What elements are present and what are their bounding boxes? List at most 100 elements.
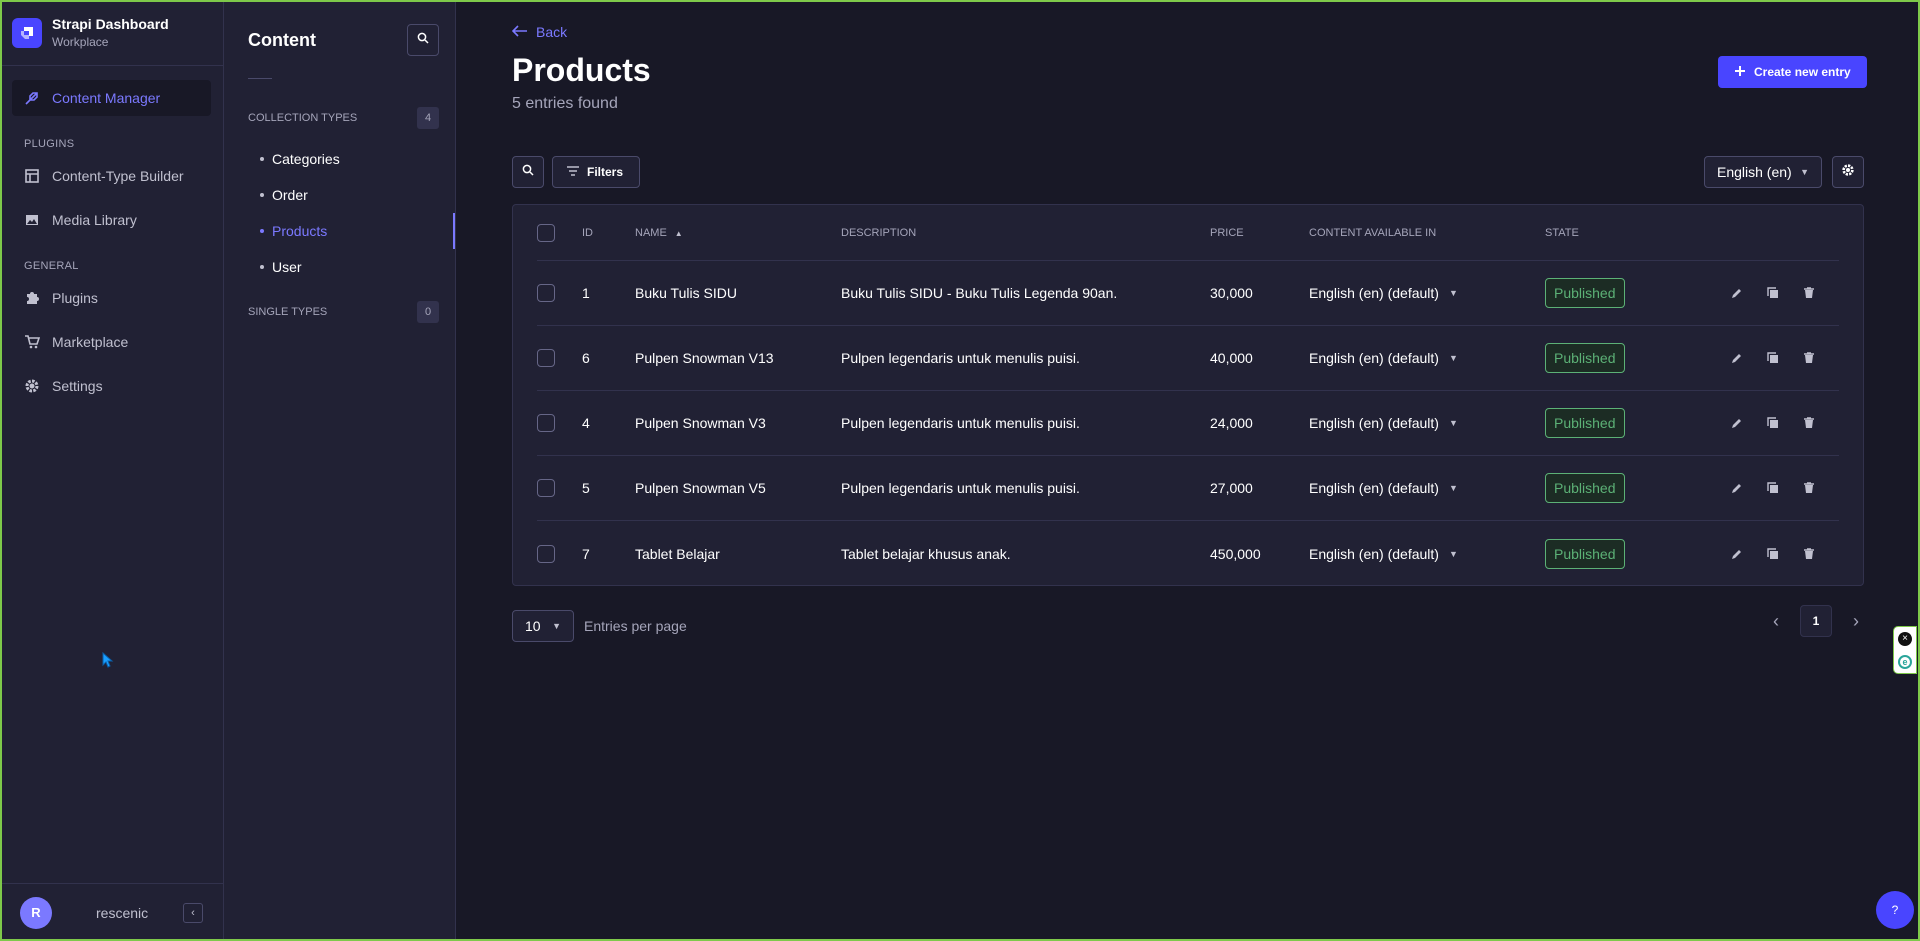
create-new-entry-button[interactable]: Create new entry xyxy=(1718,56,1867,88)
col-header-content-available: CONTENT AVAILABLE IN xyxy=(1309,226,1437,239)
trash-icon[interactable] xyxy=(1801,546,1817,562)
cell-id: 6 xyxy=(582,350,590,366)
back-link[interactable]: Back xyxy=(511,24,567,40)
table-row[interactable]: 7 Tablet Belajar Tablet belajar khusus a… xyxy=(537,521,1839,586)
trash-icon[interactable] xyxy=(1801,285,1817,301)
cell-locale: English (en) (default) xyxy=(1309,350,1439,366)
table-row[interactable]: 1 Buku Tulis SIDU Buku Tulis SIDU - Buku… xyxy=(537,261,1839,326)
page-title: Products xyxy=(512,52,651,88)
nav-item-content-manager[interactable]: Content Manager xyxy=(12,80,211,116)
nav-item-content-type-builder[interactable]: Content-Type Builder xyxy=(12,158,211,194)
cell-id: 1 xyxy=(582,285,590,301)
chevron-left-icon[interactable]: ‹ xyxy=(1764,605,1788,637)
subnav-item-label: Categories xyxy=(272,151,340,167)
edit-icon[interactable] xyxy=(1729,546,1745,562)
collapse-nav-button[interactable]: ‹ xyxy=(183,902,203,923)
status-badge: Published xyxy=(1545,473,1625,503)
strapi-logo-icon xyxy=(12,17,42,48)
edit-icon[interactable] xyxy=(1729,285,1745,301)
status-badge: Published xyxy=(1545,278,1625,308)
row-checkbox[interactable] xyxy=(537,284,555,302)
nav-item-marketplace[interactable]: Marketplace xyxy=(12,324,211,360)
subnav-item-user[interactable]: User xyxy=(224,249,455,285)
subnav-item-products[interactable]: Products xyxy=(224,213,455,249)
username[interactable]: rescenic xyxy=(96,905,148,921)
row-checkbox[interactable] xyxy=(537,479,555,497)
duplicate-icon[interactable] xyxy=(1765,480,1781,496)
caret-down-icon[interactable]: ▼ xyxy=(1449,353,1458,363)
user-footer: R rescenic ‹ xyxy=(0,883,223,941)
cell-description: Buku Tulis SIDU - Buku Tulis Legenda 90a… xyxy=(841,285,1118,301)
puzzle-icon xyxy=(24,290,40,306)
extension-widget[interactable]: × e xyxy=(1893,626,1917,674)
trash-icon[interactable] xyxy=(1801,480,1817,496)
cell-description: Pulpen legendaris untuk menulis puisi. xyxy=(841,415,1080,431)
caret-down-icon: ▼ xyxy=(552,621,561,631)
sort-ascending-icon: ▲ xyxy=(674,228,683,238)
caret-down-icon[interactable]: ▼ xyxy=(1449,483,1458,493)
col-header-description[interactable]: DESCRIPTION xyxy=(841,227,1210,239)
avatar[interactable]: R xyxy=(20,896,52,929)
plus-icon xyxy=(1734,65,1746,80)
subnav-item-categories[interactable]: Categories xyxy=(224,141,455,177)
cell-locale: English (en) (default) xyxy=(1309,415,1439,431)
subnav-search-button[interactable] xyxy=(407,24,439,56)
locale-select[interactable]: English (en) ▼ xyxy=(1704,156,1822,188)
cell-name: Buku Tulis SIDU xyxy=(635,285,737,301)
caret-down-icon[interactable]: ▼ xyxy=(1449,549,1458,559)
nav-item-media-library[interactable]: Media Library xyxy=(12,202,211,238)
entries-per-page-label: Entries per page xyxy=(584,618,687,634)
nav-section-general: GENERAL xyxy=(24,260,79,272)
cart-icon xyxy=(24,334,40,350)
duplicate-icon[interactable] xyxy=(1765,285,1781,301)
locale-value: English (en) xyxy=(1717,164,1792,180)
col-header-price[interactable]: PRICE xyxy=(1210,227,1309,239)
nav-item-settings[interactable]: Settings xyxy=(12,368,211,404)
filter-icon xyxy=(567,165,579,179)
trash-icon[interactable] xyxy=(1801,415,1817,431)
row-checkbox[interactable] xyxy=(537,414,555,432)
table-row[interactable]: 5 Pulpen Snowman V5 Pulpen legendaris un… xyxy=(537,456,1839,521)
brand-header[interactable]: Strapi Dashboard Workplace xyxy=(0,0,223,66)
table-header: ID NAME ▲ DESCRIPTION PRICE CONTENT AVAIL… xyxy=(537,205,1839,261)
subnav-item-label: Products xyxy=(272,223,328,239)
gear-icon xyxy=(24,378,40,394)
caret-down-icon[interactable]: ▼ xyxy=(1449,288,1458,298)
cell-price: 40,000 xyxy=(1210,350,1253,366)
edit-icon[interactable] xyxy=(1729,480,1745,496)
table-row[interactable]: 4 Pulpen Snowman V3 Pulpen legendaris un… xyxy=(537,391,1839,456)
duplicate-icon[interactable] xyxy=(1765,415,1781,431)
edit-icon[interactable] xyxy=(1729,350,1745,366)
subnav-item-order[interactable]: Order xyxy=(224,177,455,213)
collection-types-label: COLLECTION TYPES xyxy=(248,112,358,124)
row-checkbox[interactable] xyxy=(537,349,555,367)
edit-icon[interactable] xyxy=(1729,415,1745,431)
filters-label: Filters xyxy=(587,165,624,179)
gear-icon xyxy=(1841,163,1855,182)
col-header-state: STATE xyxy=(1545,226,1579,239)
col-header-id[interactable]: ID xyxy=(582,227,635,239)
filters-button[interactable]: Filters xyxy=(552,156,641,188)
subnav-divider xyxy=(248,78,272,79)
per-page-value: 10 xyxy=(525,618,541,634)
page-number[interactable]: 1 xyxy=(1800,605,1832,637)
chevron-right-icon[interactable]: › xyxy=(1844,605,1868,637)
extension-e-icon[interactable]: e xyxy=(1898,654,1912,669)
close-icon[interactable]: × xyxy=(1898,631,1912,646)
cell-description: Pulpen legendaris untuk menulis puisi. xyxy=(841,350,1080,366)
table-search-button[interactable] xyxy=(512,156,544,188)
duplicate-icon[interactable] xyxy=(1765,546,1781,562)
table-row[interactable]: 6 Pulpen Snowman V13 Pulpen legendaris u… xyxy=(537,326,1839,391)
trash-icon[interactable] xyxy=(1801,350,1817,366)
caret-down-icon[interactable]: ▼ xyxy=(1449,418,1458,428)
cell-name: Pulpen Snowman V13 xyxy=(635,350,774,366)
help-button[interactable]: ? xyxy=(1876,891,1914,929)
row-checkbox[interactable] xyxy=(537,544,555,563)
status-badge: Published xyxy=(1545,408,1625,438)
nav-item-plugins[interactable]: Plugins xyxy=(12,280,211,316)
col-header-name[interactable]: NAME ▲ xyxy=(635,227,841,239)
table-settings-button[interactable] xyxy=(1832,156,1864,188)
duplicate-icon[interactable] xyxy=(1765,350,1781,366)
select-all-checkbox[interactable] xyxy=(537,223,555,242)
entries-per-page-select[interactable]: 10 ▼ xyxy=(512,610,574,642)
